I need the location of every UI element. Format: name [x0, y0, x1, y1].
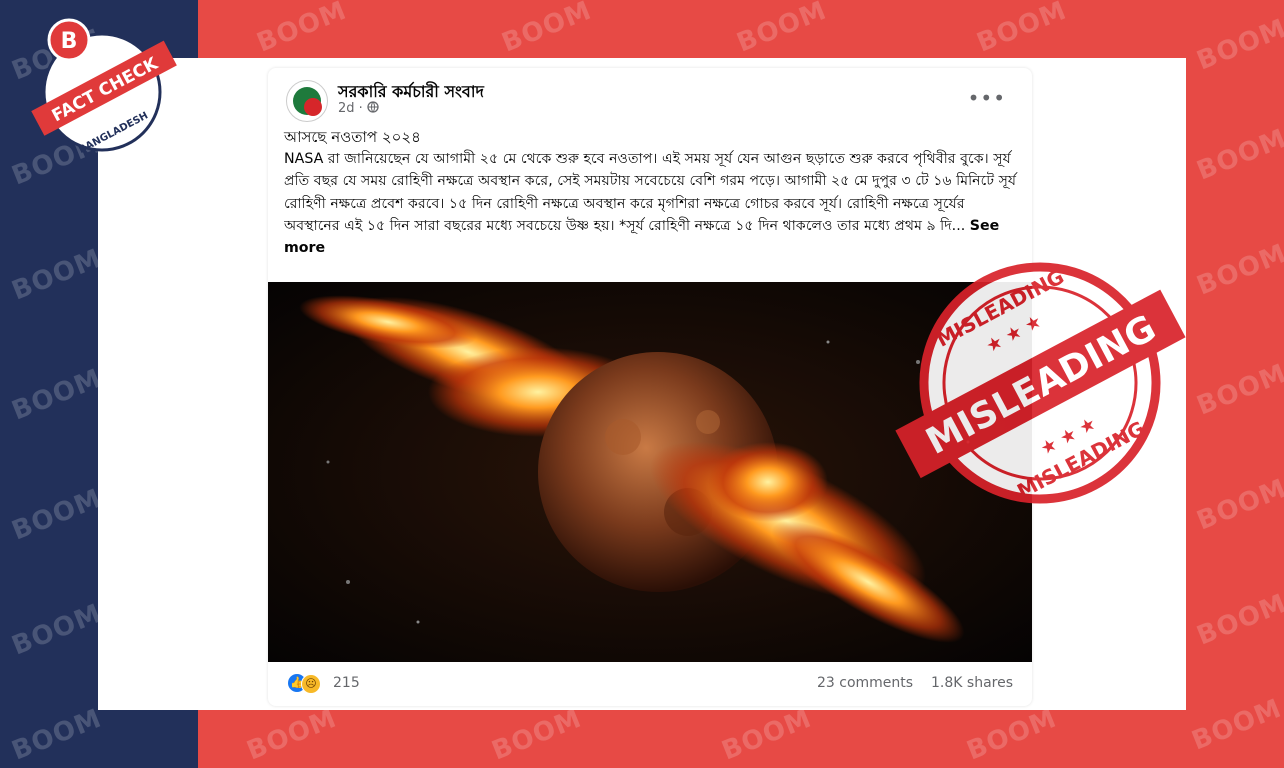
fact-check-badge: B FACT CHECK BANGLADESH	[31, 18, 177, 156]
post-body-text: NASA রা জানিয়েছেন যে আগামী ২৫ মে থেকে শ…	[284, 151, 1017, 234]
avatar-emblem	[293, 87, 322, 116]
sad-reaction-icon: ☹	[301, 674, 321, 694]
page-avatar[interactable]	[286, 80, 328, 122]
comments-count[interactable]: 23 comments	[817, 675, 913, 691]
shares-count[interactable]: 1.8K shares	[931, 675, 1013, 691]
more-options-button[interactable]: •••	[968, 86, 1006, 110]
post-meta: 2d ·	[338, 101, 379, 116]
misleading-stamp: MISLEADING MISLEADING ★ ★ ★ ★ ★ ★ MISLEA…	[895, 262, 1186, 504]
avatar-emblem-circle	[304, 98, 322, 116]
globe-icon	[367, 101, 379, 116]
badge-letter: B	[61, 29, 78, 54]
reaction-count: 215	[333, 675, 360, 691]
post-body: NASA রা জানিয়েছেন যে আগামী ২৫ মে থেকে শ…	[284, 148, 1022, 266]
post-time[interactable]: 2d ·	[338, 101, 363, 116]
